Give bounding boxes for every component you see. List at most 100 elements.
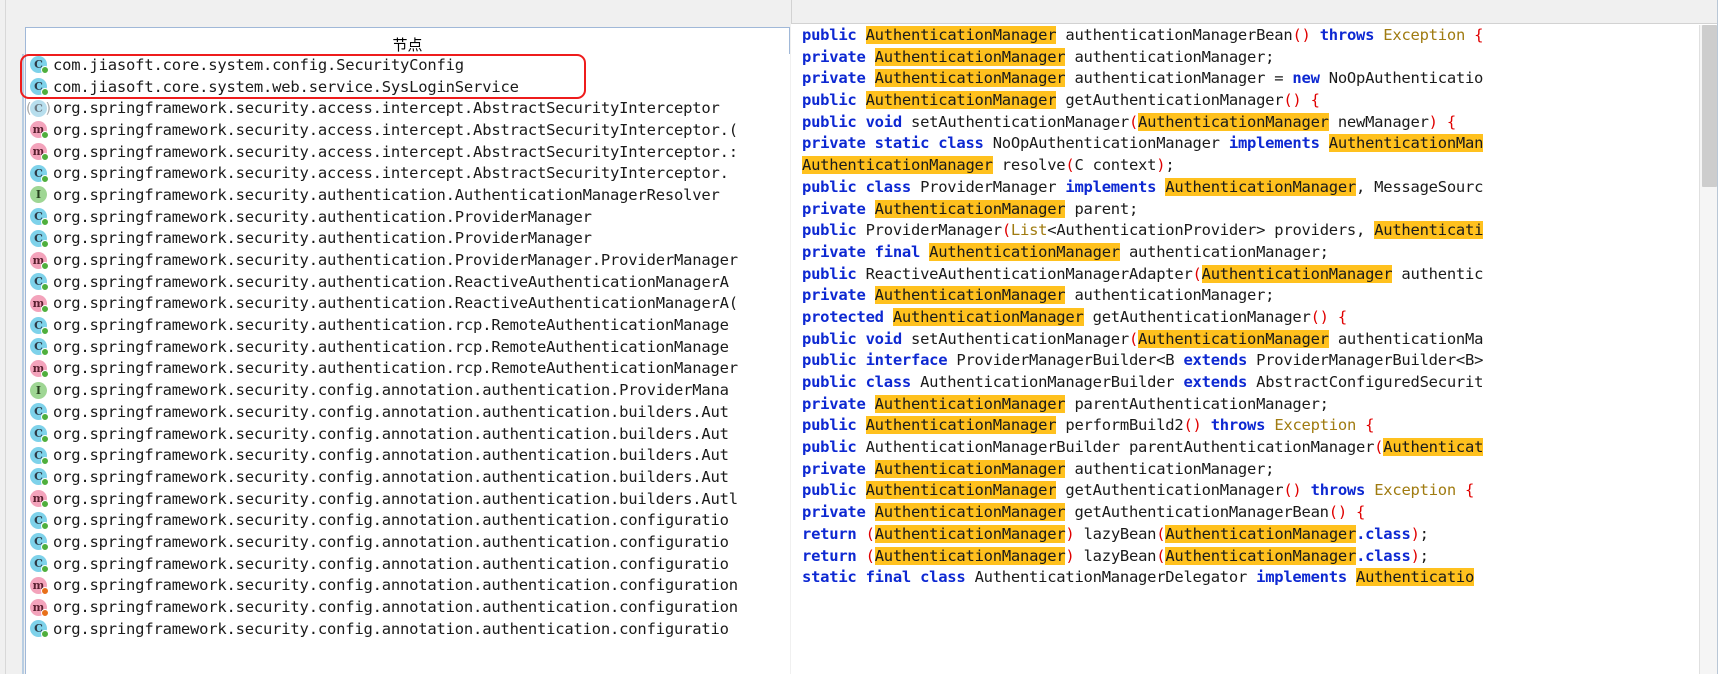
left-panel-border <box>22 54 24 674</box>
code-token: public <box>802 416 866 435</box>
method-orange-icon: m <box>29 576 49 595</box>
list-item[interactable]: Corg.springframework.security.config.ann… <box>26 531 790 553</box>
node-list[interactable]: Ccom.jiasoft.core.system.config.Security… <box>25 54 790 674</box>
list-item-label: org.springframework.security.config.anno… <box>53 598 738 617</box>
list-item[interactable]: Corg.springframework.security.config.ann… <box>26 509 790 531</box>
code-token: public class <box>802 373 911 391</box>
list-item[interactable]: Corg.springframework.security.config.ann… <box>26 444 790 466</box>
code-line[interactable]: protected AuthenticationManager getAuthe… <box>802 307 1699 329</box>
highlighted-token: AuthenticationManager <box>1138 112 1329 131</box>
code-token: private <box>802 459 875 478</box>
code-line[interactable]: public AuthenticationManager getAuthenti… <box>802 90 1699 112</box>
list-item[interactable]: Iorg.springframework.security.authentica… <box>26 184 790 206</box>
code-token: public class <box>802 177 911 196</box>
code-line[interactable]: private AuthenticationManager authentica… <box>802 459 1699 481</box>
code-line[interactable]: public AuthenticationManager getAuthenti… <box>802 480 1699 502</box>
code-line[interactable]: private AuthenticationManager authentica… <box>802 285 1699 307</box>
panel-divider <box>791 0 792 24</box>
code-line[interactable]: private AuthenticationManager parent; <box>802 199 1699 221</box>
list-item[interactable]: Corg.springframework.security.authentica… <box>26 336 790 358</box>
code-line[interactable]: public AuthenticationManager performBuil… <box>802 415 1699 437</box>
class-icon: C <box>29 554 49 574</box>
list-item[interactable]: () Corg.springframework.security.access.i… <box>26 97 790 119</box>
code-token: private final <box>802 242 930 261</box>
code-line[interactable]: AuthenticationManager resolve(C context)… <box>802 155 1699 177</box>
list-item[interactable]: m org.springframework.security.access.int… <box>26 119 790 141</box>
list-item[interactable]: Corg.springframework.security.authentica… <box>26 271 790 293</box>
code-token: { <box>1365 416 1375 435</box>
list-item-label: org.springframework.security.config.anno… <box>53 446 729 465</box>
list-item[interactable]: m org.springframework.security.config.ann… <box>26 488 790 510</box>
code-line[interactable]: static final class AuthenticationManager… <box>802 567 1699 589</box>
list-item-label: org.springframework.security.config.anno… <box>53 511 729 530</box>
highlighted-token: AuthenticationManager <box>874 524 1066 543</box>
code-token: authenticationManager; <box>1065 47 1275 66</box>
code-token: () <box>1283 91 1302 110</box>
list-item[interactable]: Corg.springframework.security.config.ann… <box>26 401 790 423</box>
window-left-edge <box>0 0 6 674</box>
list-item-label: org.springframework.security.config.anno… <box>53 554 729 573</box>
code-lines-container[interactable]: public AuthenticationManager authenticat… <box>791 25 1699 674</box>
list-item[interactable]: Ccom.jiasoft.core.system.config.Security… <box>26 54 790 76</box>
list-item[interactable]: m org.springframework.security.authentica… <box>26 293 790 315</box>
code-line[interactable]: public void setAuthenticationManager(Aut… <box>802 112 1699 134</box>
list-item[interactable]: m org.springframework.security.authentica… <box>26 249 790 271</box>
code-line[interactable]: public ProviderManager(List<Authenticati… <box>802 220 1699 242</box>
code-scrollbar-thumb[interactable] <box>1702 25 1717 187</box>
code-token: public <box>802 26 866 44</box>
code-token: public <box>802 264 857 283</box>
code-line[interactable]: private static class NoOpAuthenticationM… <box>802 133 1699 155</box>
list-item[interactable]: Iorg.springframework.security.config.ann… <box>26 379 790 401</box>
class-icon: C <box>29 467 49 487</box>
code-token: parentAuthenticationManager; <box>1065 394 1329 413</box>
code-token: ( <box>1128 329 1139 348</box>
highlighted-token: AuthenticationManager <box>874 47 1066 66</box>
code-line[interactable]: public void setAuthenticationManager(Aut… <box>802 329 1699 351</box>
list-item-label: org.springframework.security.access.inte… <box>53 99 720 118</box>
list-item[interactable]: Corg.springframework.security.authentica… <box>26 314 790 336</box>
code-line[interactable]: public class ProviderManager implements … <box>802 177 1699 199</box>
list-item[interactable]: Corg.springframework.security.authentica… <box>26 206 790 228</box>
list-item[interactable]: m org.springframework.security.config.ann… <box>26 596 790 618</box>
code-token: setAuthenticationManager <box>901 112 1129 131</box>
code-line[interactable]: public interface ProviderManagerBuilder<… <box>802 350 1699 372</box>
list-item-label: org.springframework.security.authenticat… <box>53 359 738 378</box>
code-token: AbstractConfiguredSecurit <box>1247 373 1484 391</box>
list-item[interactable]: m org.springframework.security.config.ann… <box>26 575 790 597</box>
list-item[interactable]: Corg.springframework.security.config.ann… <box>26 466 790 488</box>
list-item[interactable]: m org.springframework.security.authentica… <box>26 358 790 380</box>
list-item[interactable]: m org.springframework.security.access.int… <box>26 141 790 163</box>
code-token: getAuthenticationManager <box>1056 91 1284 110</box>
highlighted-token: AuthenticationManager <box>874 69 1066 88</box>
list-item[interactable]: Corg.springframework.security.config.ann… <box>26 553 790 575</box>
code-line[interactable]: private AuthenticationManager authentica… <box>802 47 1699 69</box>
code-preview-panel: public AuthenticationManager authenticat… <box>791 0 1718 674</box>
code-line[interactable]: public class AuthenticationManagerBuilde… <box>802 372 1699 394</box>
code-token: NoOpAuthenticatio <box>1319 69 1484 88</box>
code-line[interactable]: public AuthenticationManagerBuilder pare… <box>802 437 1699 459</box>
list-item[interactable]: Corg.springframework.security.access.int… <box>26 162 790 184</box>
code-line[interactable]: private final AuthenticationManager auth… <box>802 242 1699 264</box>
highlighted-token: Authenticatio <box>1356 568 1475 587</box>
list-item-label: org.springframework.security.authenticat… <box>53 294 738 313</box>
code-line[interactable]: return (AuthenticationManager) lazyBean(… <box>802 546 1699 568</box>
code-line[interactable]: public AuthenticationManager authenticat… <box>802 25 1699 47</box>
list-item[interactable]: Corg.springframework.security.config.ann… <box>26 423 790 445</box>
code-line[interactable]: private AuthenticationManager parentAuth… <box>802 394 1699 416</box>
code-line[interactable]: private AuthenticationManager authentica… <box>802 68 1699 90</box>
highlighted-token: AuthenticationManager <box>865 481 1057 500</box>
code-line[interactable]: return (AuthenticationManager) lazyBean(… <box>802 524 1699 546</box>
list-item[interactable]: Corg.springframework.security.authentica… <box>26 228 790 250</box>
code-token: AuthenticationManagerDelegator <box>965 568 1257 587</box>
code-token: ProviderManager <box>856 221 1002 240</box>
list-item[interactable]: Ccom.jiasoft.core.system.web.service.Sys… <box>26 76 790 98</box>
code-line[interactable]: private AuthenticationManager getAuthent… <box>802 502 1699 524</box>
code-token: () <box>1283 481 1302 500</box>
list-item-label: com.jiasoft.core.system.config.SecurityC… <box>53 55 464 74</box>
code-scrollbar-track[interactable] <box>1699 25 1718 674</box>
list-item[interactable]: Corg.springframework.security.config.ann… <box>26 618 790 640</box>
code-line[interactable]: public ReactiveAuthenticationManagerAdap… <box>802 264 1699 286</box>
